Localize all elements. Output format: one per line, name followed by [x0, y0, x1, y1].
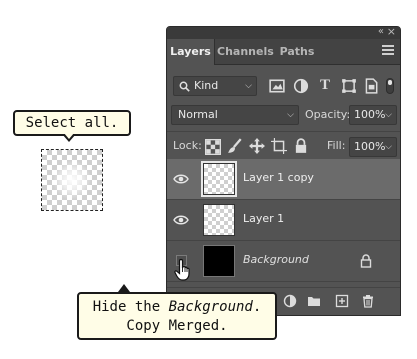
shape-filter-icon[interactable] — [341, 78, 357, 94]
trash-icon[interactable] — [361, 294, 375, 308]
fill-label: Fill: — [327, 139, 346, 152]
divider — [167, 131, 400, 132]
panel-title-bar[interactable]: « × — [167, 25, 400, 39]
tab-paths[interactable]: Paths — [277, 39, 317, 65]
chevron-down-icon: ⌵ — [287, 110, 294, 120]
layer-name[interactable]: Layer 1 — [243, 212, 284, 225]
layer-thumbnail — [201, 161, 237, 197]
adjustment-layer-icon[interactable] — [283, 294, 297, 308]
select-all-text: Select all. — [25, 115, 119, 131]
layer-thumbnail — [203, 204, 235, 236]
callout-pointer — [118, 284, 130, 292]
filter-kind-label: Kind — [194, 79, 219, 92]
fill-value: 100% — [354, 140, 386, 153]
layer-lock-icon[interactable] — [360, 254, 372, 268]
visibility-eye-icon[interactable] — [173, 213, 189, 227]
type-filter-icon[interactable]: T — [317, 77, 333, 93]
chevron-down-icon: ⌵ — [385, 142, 392, 152]
opacity-value: 100% — [354, 108, 386, 121]
callout-text-prefix: Hide the — [92, 299, 169, 315]
layer-name[interactable]: Background — [243, 253, 309, 266]
callout-text-suffix: . — [252, 299, 262, 315]
smart-object-filter-icon[interactable] — [363, 78, 379, 94]
image-filter-icon[interactable] — [269, 78, 285, 94]
lock-position-icon[interactable] — [249, 138, 265, 154]
filter-toggle[interactable] — [386, 78, 394, 94]
lock-all-icon[interactable] — [293, 138, 309, 154]
search-icon — [179, 81, 190, 92]
callout-line-2: Copy Merged. — [126, 318, 228, 334]
layer-row-background[interactable]: Background — [167, 241, 400, 282]
callout-line-1: Hide the Background. — [79, 298, 275, 317]
layer-name[interactable]: Layer 1 copy — [243, 171, 314, 184]
lock-label: Lock: — [173, 139, 202, 152]
blend-row: Normal ⌵ Opacity: 100% ⌵ — [167, 103, 400, 125]
opacity-field[interactable]: 100% ⌵ — [349, 105, 397, 125]
pointer-hand-cursor-icon — [174, 258, 190, 281]
lock-row: Lock: Fill: 100% ⌵ — [167, 133, 400, 159]
visibility-eye-icon[interactable] — [173, 172, 189, 186]
layer-row-layer-1[interactable]: Layer 1 — [167, 200, 400, 241]
selected-canvas-preview — [41, 149, 103, 211]
layer-row-layer-1-copy[interactable]: Layer 1 copy — [167, 159, 400, 200]
collapse-panel-icon[interactable]: « — [378, 26, 384, 37]
filter-row: Kind ⌵ T — [167, 75, 400, 97]
lock-artboard-icon[interactable] — [271, 138, 287, 154]
chevron-down-icon: ⌵ — [245, 81, 252, 91]
blend-mode-value: Normal — [178, 108, 218, 121]
close-panel-icon[interactable]: × — [387, 25, 396, 38]
adjustment-filter-icon[interactable] — [293, 78, 309, 94]
lock-image-pixels-icon[interactable] — [227, 138, 243, 154]
soft-white-glow — [52, 160, 92, 200]
new-group-icon[interactable] — [307, 294, 321, 308]
layers-panel: « × Layers Channels Paths Kind ⌵ T Norma… — [166, 25, 401, 316]
tab-channels[interactable]: Channels — [217, 39, 274, 65]
new-layer-icon[interactable] — [335, 294, 349, 308]
blend-mode-select[interactable]: Normal ⌵ — [171, 105, 299, 125]
tab-layers[interactable]: Layers — [167, 39, 215, 65]
callout-text-background: Background — [168, 299, 253, 315]
fill-field[interactable]: 100% ⌵ — [349, 137, 397, 157]
chevron-down-icon: ⌵ — [385, 110, 392, 120]
filter-kind-select[interactable]: Kind ⌵ — [173, 76, 257, 96]
panel-tabbar: Layers Channels Paths — [167, 39, 400, 65]
hide-background-callout: Hide the Background. Copy Merged. — [77, 292, 277, 340]
panel-menu-icon[interactable] — [382, 45, 394, 55]
callout-pointer-fill — [64, 133, 74, 139]
lock-transparent-pixels-icon[interactable] — [205, 139, 221, 155]
layer-thumbnail — [203, 245, 235, 277]
opacity-label: Opacity: — [305, 108, 351, 121]
